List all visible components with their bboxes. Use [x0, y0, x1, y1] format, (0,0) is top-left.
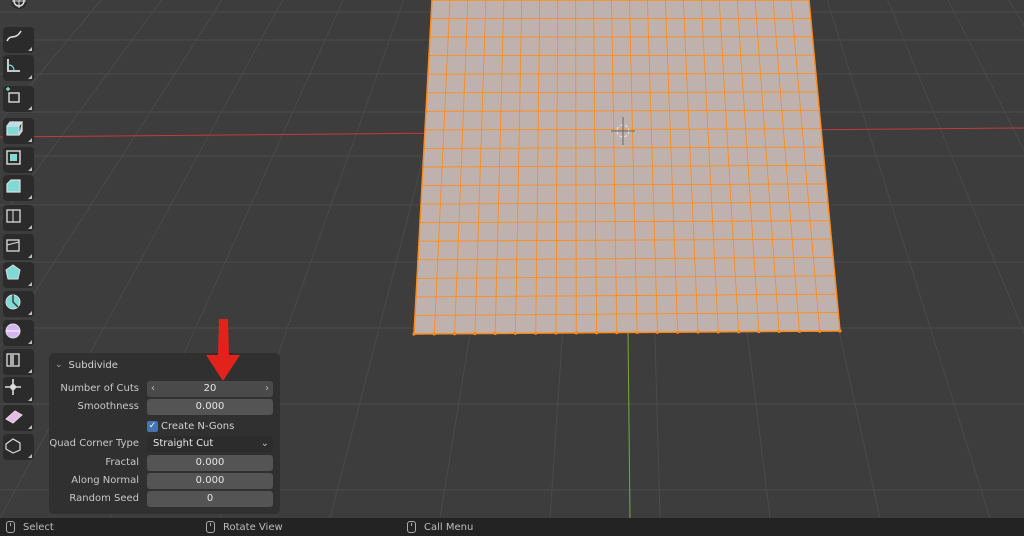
cursor-tool-icon[interactable] [6, 0, 32, 16]
smoothness-label: Smoothness [77, 401, 140, 412]
add-cube-tool-icon[interactable] [3, 86, 34, 112]
measure-tool-icon[interactable] [3, 55, 34, 81]
mesh-vertex [432, 332, 436, 336]
chevron-down-icon: ⌄ [260, 438, 269, 449]
mesh-vertex [534, 331, 538, 335]
random-seed-field[interactable]: 0 [147, 491, 273, 507]
operator-panel-header[interactable]: ⌄ Subdivide [55, 358, 118, 372]
quad-corner-type-value: Straight Cut [153, 438, 214, 449]
mesh-vertex [655, 330, 660, 334]
mesh-vertex [452, 332, 457, 336]
mesh-vertex [594, 331, 599, 335]
mouse-middle-icon [206, 521, 215, 533]
poly-build-tool-icon[interactable] [3, 262, 34, 288]
extrude-region-tool-icon[interactable] [3, 118, 34, 144]
status-select: Select [6, 518, 54, 536]
decrement-arrow-icon[interactable]: ‹ [148, 381, 158, 397]
mesh-vertex [757, 329, 761, 334]
spin-tool-icon[interactable] [3, 291, 34, 317]
mesh-vertex [716, 330, 720, 334]
mesh-vertex [736, 330, 741, 334]
smoothness-field[interactable]: 0.000 [147, 399, 273, 415]
mesh-vertex [676, 330, 680, 334]
red-arrow-annotation [206, 319, 240, 381]
status-bar: Select Rotate View Call Menu [0, 518, 1024, 536]
mesh-vertex [473, 331, 477, 336]
increment-arrow-icon[interactable]: › [262, 381, 272, 397]
status-rotate-view-label: Rotate View [223, 521, 283, 533]
quad-corner-type-dropdown[interactable]: Straight Cut ⌄ [147, 436, 273, 452]
mesh-vertex [797, 329, 802, 333]
fractal-field[interactable]: 0.000 [147, 455, 273, 471]
status-call-menu: Call Menu [407, 518, 473, 536]
create-ngons-label: Create N-Gons [161, 420, 235, 432]
smooth-tool-icon[interactable] [3, 320, 34, 346]
knife-tool-icon[interactable] [3, 234, 34, 260]
loop-cut-tool-icon[interactable] [3, 205, 34, 231]
status-rotate-view: Rotate View [206, 518, 283, 536]
bevel-tool-icon[interactable] [3, 175, 34, 201]
mesh-vertex [574, 331, 578, 335]
mesh-vertex [635, 330, 639, 335]
chevron-down-icon[interactable]: ⌄ [55, 360, 63, 370]
mesh-vertex [412, 332, 416, 336]
edge-slide-tool-icon[interactable] [3, 349, 34, 375]
number-of-cuts-label: Number of Cuts [60, 383, 139, 394]
mesh-vertex [493, 331, 497, 336]
random-seed-label: Random Seed [69, 493, 139, 504]
3d-viewport[interactable]: ⌄ Subdivide Number of Cuts ‹ 20 › Smooth… [0, 0, 1024, 518]
create-ngons-checkbox[interactable]: ✓ Create N-Gons [147, 419, 234, 433]
fractal-label: Fractal [105, 457, 139, 468]
quad-corner-type-label: Quad Corner Type [49, 438, 139, 449]
mesh-vertex [696, 330, 700, 334]
mouse-left-icon [6, 521, 15, 533]
status-call-menu-label: Call Menu [424, 521, 474, 533]
mouse-right-icon [407, 521, 416, 533]
mesh-vertex [818, 329, 822, 333]
along-normal-label: Along Normal [71, 475, 139, 486]
inset-faces-tool-icon[interactable] [3, 147, 34, 173]
operator-panel-subdivide[interactable]: ⌄ Subdivide Number of Cuts ‹ 20 › Smooth… [49, 353, 280, 514]
operator-title: Subdivide [68, 359, 118, 371]
status-select-label: Select [23, 521, 54, 533]
annotate-tool-icon[interactable] [3, 27, 34, 53]
mesh-vertex [838, 329, 842, 333]
mesh-vertex [554, 331, 558, 335]
mesh-vertex [777, 329, 781, 334]
mesh-vertex [615, 330, 619, 335]
along-normal-field[interactable]: 0.000 [147, 473, 273, 489]
checkmark-icon: ✓ [147, 420, 158, 432]
mesh-vertex [513, 331, 518, 335]
